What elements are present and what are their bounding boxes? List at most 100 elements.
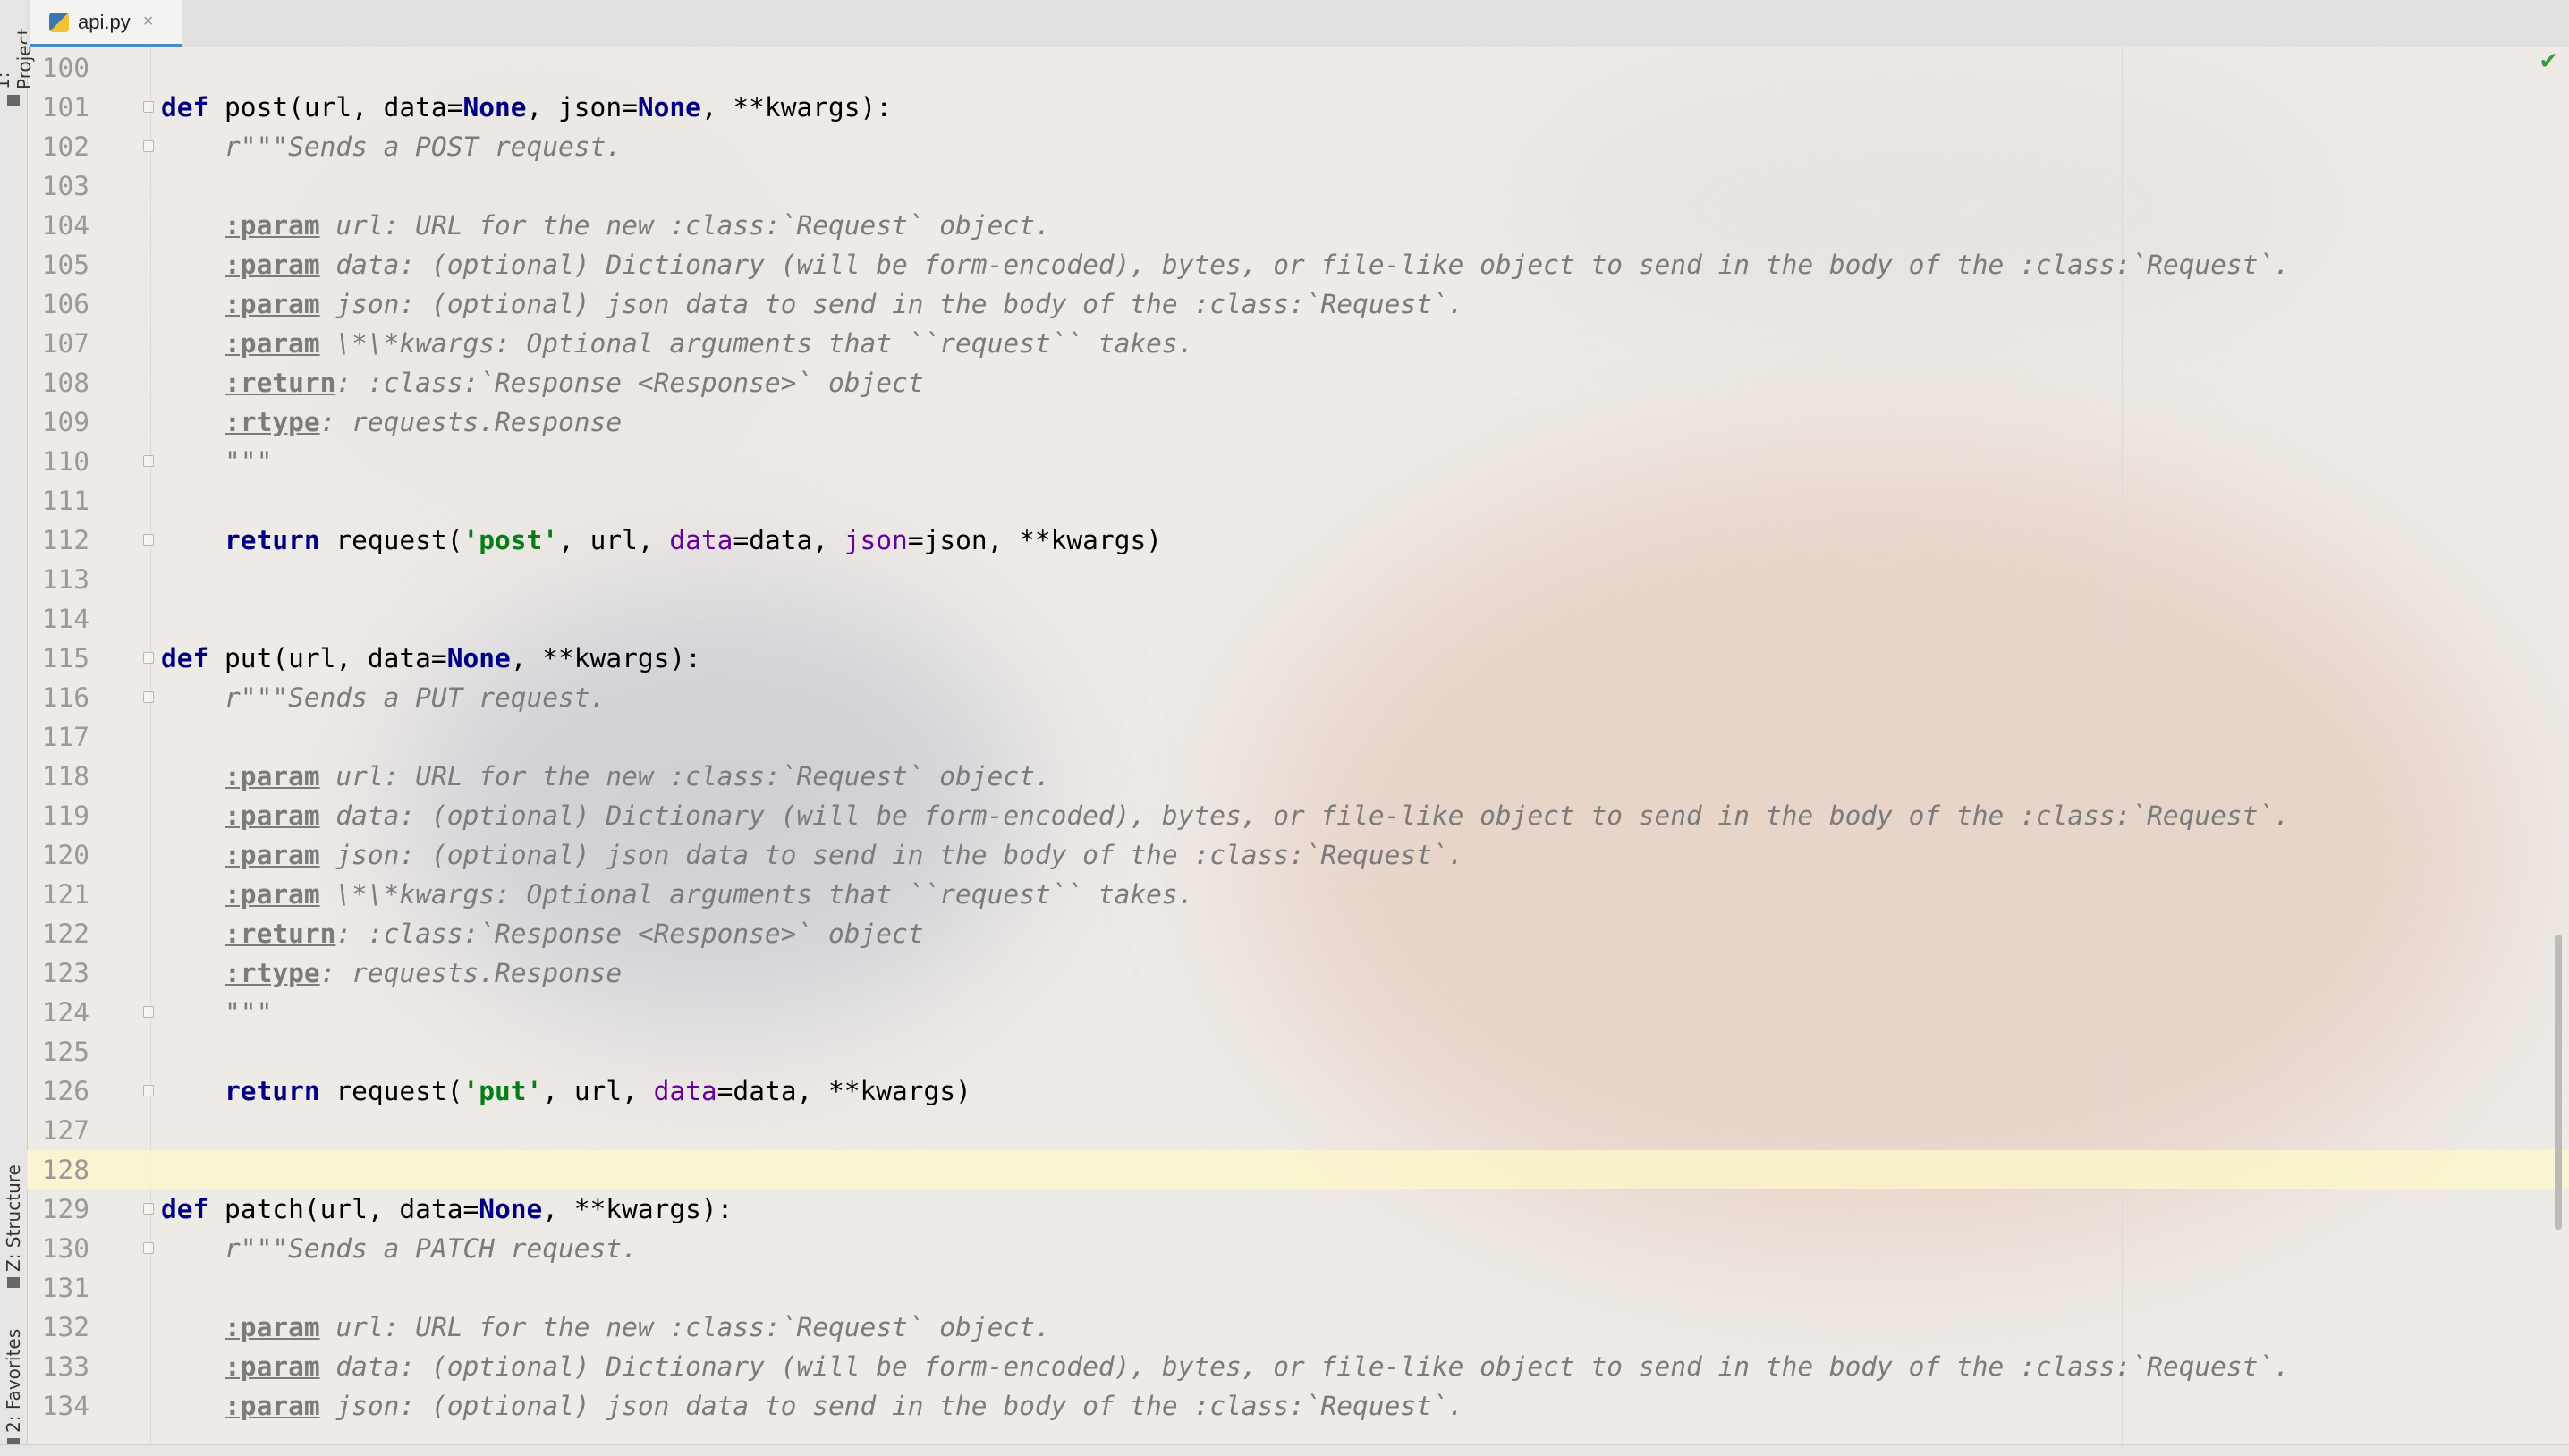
- code-line[interactable]: 116 r"""Sends a PUT request.: [27, 678, 2569, 717]
- code-line[interactable]: 109 :rtype: requests.Response: [27, 402, 2569, 442]
- left-tool-strip: 1: Project Z: Structure 2: Favorites: [0, 0, 35, 1456]
- code-line[interactable]: 104 :param url: URL for the new :class:`…: [27, 206, 2569, 245]
- code-token: \*\*kwargs: Optional arguments that ``re…: [319, 879, 1194, 910]
- code-line[interactable]: 130 r"""Sends a PATCH request.: [27, 1229, 2569, 1268]
- line-number: 121: [41, 879, 89, 910]
- tool-window-project[interactable]: 1: Project: [0, 7, 35, 106]
- code-token: , **kwargs):: [700, 92, 893, 123]
- code-line[interactable]: 124 """: [27, 993, 2569, 1032]
- code-line[interactable]: 114: [27, 599, 2569, 639]
- code-token: :return: [225, 918, 336, 949]
- code-token: json: (optional) json data to send in th…: [319, 1391, 1464, 1421]
- code-line[interactable]: 132 :param url: URL for the new :class:`…: [27, 1308, 2569, 1347]
- code-line[interactable]: 105 :param data: (optional) Dictionary (…: [27, 245, 2569, 284]
- code-editor[interactable]: 100 101 def post(url, data=None, json=None…: [27, 47, 2569, 1445]
- fold-marker-icon[interactable]: [143, 652, 154, 664]
- python-file-icon: [49, 12, 69, 32]
- code-text: :param data: (optional) Dictionary (will…: [161, 245, 2290, 284]
- code-line[interactable]: 128: [27, 1150, 2569, 1189]
- code-token: def: [161, 643, 225, 673]
- code-text: :param \*\*kwargs: Optional arguments th…: [161, 324, 1193, 363]
- code-line[interactable]: 129 def patch(url, data=None, **kwargs):: [27, 1189, 2569, 1229]
- tab-api-py[interactable]: api.py ×: [30, 0, 182, 47]
- line-number: 120: [41, 840, 89, 870]
- code-token: :rtype: [225, 407, 320, 437]
- code-line[interactable]: 122 :return: :class:`Response <Response>…: [27, 914, 2569, 953]
- tool-window-structure[interactable]: Z: Structure: [0, 1136, 27, 1288]
- code-line[interactable]: 119 :param data: (optional) Dictionary (…: [27, 796, 2569, 835]
- line-number: 122: [41, 918, 89, 949]
- code-token: =json, **kwargs): [907, 525, 1162, 555]
- line-number: 101: [41, 92, 89, 123]
- line-number: 103: [41, 171, 89, 201]
- fold-marker-icon[interactable]: [143, 1242, 154, 1254]
- code-text: def post(url, data=None, json=None, **kw…: [161, 88, 892, 127]
- code-line[interactable]: 103: [27, 166, 2569, 206]
- line-number: 124: [41, 997, 89, 1028]
- code-line[interactable]: 106 :param json: (optional) json data to…: [27, 284, 2569, 324]
- line-number: 118: [41, 761, 89, 791]
- code-line[interactable]: 111: [27, 481, 2569, 521]
- code-token: put(url, data=: [225, 643, 447, 673]
- tool-window-favorites-label: 2: Favorites: [3, 1328, 24, 1433]
- close-icon[interactable]: ×: [143, 12, 154, 32]
- code-line[interactable]: 108 :return: :class:`Response <Response>…: [27, 363, 2569, 402]
- fold-marker-icon[interactable]: [143, 1203, 154, 1215]
- line-number: 114: [41, 604, 89, 634]
- code-line[interactable]: 121 :param \*\*kwargs: Optional argument…: [27, 875, 2569, 914]
- code-text: :param data: (optional) Dictionary (will…: [161, 1347, 2290, 1386]
- code-line[interactable]: 133 :param data: (optional) Dictionary (…: [27, 1347, 2569, 1386]
- tool-window-favorites[interactable]: 2: Favorites: [0, 1315, 27, 1449]
- code-text: :param url: URL for the new :class:`Requ…: [161, 206, 1051, 245]
- line-number: 130: [41, 1233, 89, 1264]
- fold-marker-icon[interactable]: [143, 1006, 154, 1018]
- fold-marker-icon[interactable]: [143, 140, 154, 152]
- fold-marker-icon[interactable]: [143, 691, 154, 703]
- code-line[interactable]: 125: [27, 1032, 2569, 1071]
- line-number: 119: [41, 800, 89, 831]
- code-line[interactable]: 113: [27, 560, 2569, 599]
- code-line[interactable]: 131: [27, 1268, 2569, 1308]
- code-line[interactable]: 110 """: [27, 442, 2569, 481]
- code-line[interactable]: 134 :param json: (optional) json data to…: [27, 1386, 2569, 1426]
- code-token: : requests.Response: [319, 407, 623, 437]
- fold-marker-icon[interactable]: [143, 1085, 154, 1096]
- code-line[interactable]: 107 :param \*\*kwargs: Optional argument…: [27, 324, 2569, 363]
- code-line[interactable]: 123 :rtype: requests.Response: [27, 953, 2569, 993]
- fold-marker-icon[interactable]: [143, 101, 154, 113]
- code-token: post(url, data=: [225, 92, 463, 123]
- vertical-scrollbar[interactable]: [2555, 935, 2562, 1230]
- code-token: , url,: [542, 1076, 654, 1106]
- code-line[interactable]: 101 def post(url, data=None, json=None, *…: [27, 88, 2569, 127]
- code-line[interactable]: 115 def put(url, data=None, **kwargs):: [27, 639, 2569, 678]
- code-token: : requests.Response: [319, 958, 623, 988]
- code-line[interactable]: 102 r"""Sends a POST request.: [27, 127, 2569, 166]
- fold-marker-icon[interactable]: [143, 534, 154, 546]
- code-line[interactable]: 126 return request('put', url, data=data…: [27, 1071, 2569, 1111]
- line-number: 127: [41, 1115, 89, 1146]
- code-token: :param: [225, 250, 320, 280]
- code-token: None: [462, 92, 527, 123]
- code-line[interactable]: 118 :param url: URL for the new :class:`…: [27, 757, 2569, 796]
- code-token: :param: [225, 840, 320, 870]
- line-number: 134: [41, 1391, 89, 1421]
- line-number: 111: [41, 486, 89, 516]
- line-number: 109: [41, 407, 89, 437]
- code-line[interactable]: 117: [27, 717, 2569, 757]
- code-line[interactable]: 100: [27, 48, 2569, 88]
- line-number: 104: [41, 210, 89, 241]
- code-line[interactable]: 127: [27, 1111, 2569, 1150]
- line-number: 106: [41, 289, 89, 319]
- code-token: request(: [319, 525, 463, 555]
- check-icon[interactable]: ✔: [2539, 48, 2558, 75]
- code-line[interactable]: 112 return request('post', url, data=dat…: [27, 521, 2569, 560]
- code-text: :param \*\*kwargs: Optional arguments th…: [161, 875, 1193, 914]
- code-token: : :class:`Response <Response>` object: [335, 918, 924, 949]
- fold-marker-icon[interactable]: [143, 455, 154, 467]
- code-line[interactable]: 120 :param json: (optional) json data to…: [27, 835, 2569, 875]
